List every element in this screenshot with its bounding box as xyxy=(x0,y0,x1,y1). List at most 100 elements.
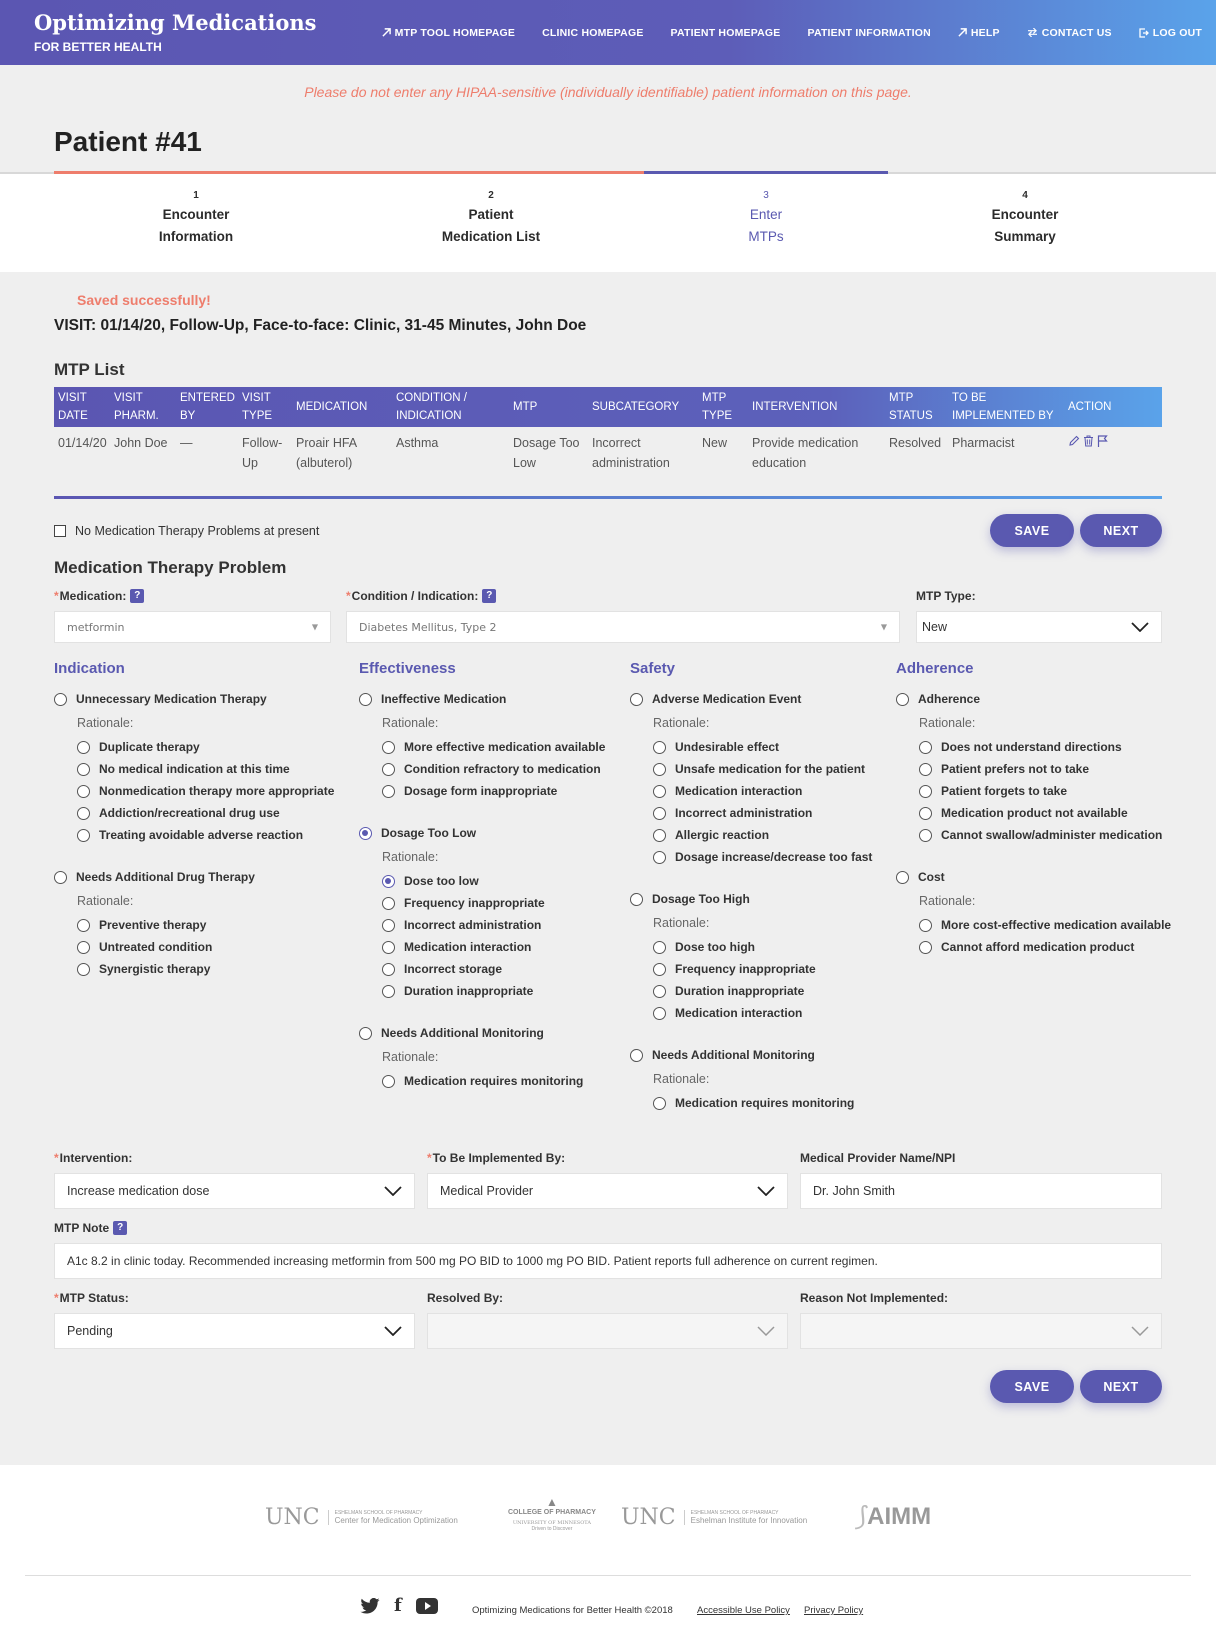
rationale-radio-undesirable-effect[interactable]: Undesirable effect xyxy=(630,736,872,758)
rationale-radio-more-effective-medication-available[interactable]: More effective medication available xyxy=(359,736,605,758)
radio-button[interactable] xyxy=(653,784,666,798)
mtp-radio-adverse-medication-event[interactable]: Adverse Medication Event xyxy=(630,688,872,710)
help-icon[interactable]: ? xyxy=(482,589,497,603)
twitter-icon[interactable] xyxy=(360,1597,380,1614)
rationale-radio-no-medical-indication-at-this-time[interactable]: No medical indication at this time xyxy=(54,758,334,780)
radio-button[interactable] xyxy=(653,984,666,998)
umn-pharmacy-logo[interactable]: ▲ COLLEGE OF PHARMACY UNIVERSITY OF MINN… xyxy=(508,1495,596,1532)
save-button-top[interactable]: SAVE xyxy=(990,514,1074,547)
step-encounter-summary[interactable]: 4 Encounter Summary xyxy=(992,188,1059,248)
step-medication-list[interactable]: 2 Patient Medication List xyxy=(442,188,540,248)
radio-button[interactable] xyxy=(382,918,395,932)
radio-button[interactable] xyxy=(653,828,666,842)
rationale-radio-unsafe-medication-for-the-patient[interactable]: Unsafe medication for the patient xyxy=(630,758,872,780)
logo-title[interactable]: Optimizing Medications xyxy=(34,10,316,35)
no-mtp-checkbox-row[interactable]: No Medication Therapy Problems at presen… xyxy=(54,524,319,538)
radio-button[interactable] xyxy=(54,870,67,884)
rationale-radio-synergistic-therapy[interactable]: Synergistic therapy xyxy=(54,958,334,980)
rationale-radio-duration-inappropriate[interactable]: Duration inappropriate xyxy=(630,980,872,1002)
rationale-radio-incorrect-storage[interactable]: Incorrect storage xyxy=(359,958,605,980)
edit-icon[interactable] xyxy=(1068,433,1080,453)
implemented-by-select[interactable]: Medical Provider xyxy=(427,1173,788,1209)
rationale-radio-treating-avoidable-adverse-reaction[interactable]: Treating avoidable adverse reaction xyxy=(54,824,334,846)
reason-not-implemented-select[interactable] xyxy=(800,1313,1162,1349)
privacy-policy-link[interactable]: Privacy Policy xyxy=(804,1605,863,1616)
radio-button[interactable] xyxy=(653,806,666,820)
rationale-radio-condition-refractory-to-medication[interactable]: Condition refractory to medication xyxy=(359,758,605,780)
mtp-note-input[interactable]: A1c 8.2 in clinic today. Recommended inc… xyxy=(54,1243,1162,1279)
radio-button[interactable] xyxy=(77,940,90,954)
no-mtp-checkbox[interactable] xyxy=(54,525,66,537)
radio-button[interactable] xyxy=(77,962,90,976)
trash-icon[interactable] xyxy=(1083,433,1094,453)
radio-button[interactable] xyxy=(77,762,90,776)
radio-button[interactable] xyxy=(919,740,932,754)
radio-button[interactable] xyxy=(653,762,666,776)
unc-cmo-logo[interactable]: UNC ESHELMAN SCHOOL OF PHARMACY Center f… xyxy=(265,1505,458,1530)
mtp-type-select[interactable]: New xyxy=(916,611,1162,643)
save-button-bottom[interactable]: SAVE xyxy=(990,1370,1074,1403)
radio-button[interactable] xyxy=(896,870,909,884)
radio-button[interactable] xyxy=(77,740,90,754)
unc-eii-logo[interactable]: UNC ESHELMAN SCHOOL OF PHARMACY Eshelman… xyxy=(621,1505,807,1530)
radio-button[interactable] xyxy=(77,828,90,842)
rationale-radio-duplicate-therapy[interactable]: Duplicate therapy xyxy=(54,736,334,758)
rationale-radio-dose-too-high[interactable]: Dose too high xyxy=(630,936,872,958)
radio-button[interactable] xyxy=(653,1096,666,1110)
radio-button[interactable] xyxy=(77,918,90,932)
rationale-radio-frequency-inappropriate[interactable]: Frequency inappropriate xyxy=(359,892,605,914)
resolved-by-select[interactable] xyxy=(427,1313,788,1349)
rationale-radio-dosage-form-inappropriate[interactable]: Dosage form inappropriate xyxy=(359,780,605,802)
radio-button[interactable] xyxy=(630,892,643,906)
next-button-bottom[interactable]: NEXT xyxy=(1080,1370,1162,1403)
medication-select[interactable]: metformin ▼ xyxy=(54,611,331,643)
radio-button[interactable] xyxy=(653,962,666,976)
nav-patient-homepage[interactable]: PATIENT HOMEPAGE xyxy=(671,27,781,39)
radio-button[interactable] xyxy=(919,828,932,842)
radio-button[interactable] xyxy=(359,826,372,840)
nav-patient-information[interactable]: PATIENT INFORMATION xyxy=(808,27,931,39)
radio-button[interactable] xyxy=(630,1048,643,1062)
radio-button[interactable] xyxy=(382,962,395,976)
rationale-radio-incorrect-administration[interactable]: Incorrect administration xyxy=(630,802,872,824)
mtp-radio-needs-additional-drug-therapy[interactable]: Needs Additional Drug Therapy xyxy=(54,866,334,888)
radio-button[interactable] xyxy=(653,940,666,954)
nav-help[interactable]: HELP xyxy=(958,27,1000,39)
nav-log-out[interactable]: LOG OUT xyxy=(1139,27,1202,39)
rationale-radio-patient-prefers-not-to-take[interactable]: Patient prefers not to take xyxy=(896,758,1171,780)
radio-button[interactable] xyxy=(77,806,90,820)
radio-button[interactable] xyxy=(919,762,932,776)
mtp-radio-adherence[interactable]: Adherence xyxy=(896,688,1171,710)
rationale-radio-frequency-inappropriate[interactable]: Frequency inappropriate xyxy=(630,958,872,980)
mtp-radio-dosage-too-high[interactable]: Dosage Too High xyxy=(630,888,872,910)
radio-button[interactable] xyxy=(653,740,666,754)
radio-button[interactable] xyxy=(382,984,395,998)
radio-button[interactable] xyxy=(359,1026,372,1040)
intervention-select[interactable]: Increase medication dose xyxy=(54,1173,415,1209)
nav-clinic-homepage[interactable]: CLINIC HOMEPAGE xyxy=(542,27,643,39)
aimm-logo[interactable]: ⟆ AIMM xyxy=(855,1501,931,1532)
youtube-icon[interactable] xyxy=(415,1597,438,1614)
radio-button[interactable] xyxy=(919,806,932,820)
mtp-radio-needs-additional-monitoring[interactable]: Needs Additional Monitoring xyxy=(359,1022,605,1044)
rationale-radio-patient-forgets-to-take[interactable]: Patient forgets to take xyxy=(896,780,1171,802)
rationale-radio-duration-inappropriate[interactable]: Duration inappropriate xyxy=(359,980,605,1002)
rationale-radio-nonmedication-therapy-more-appropriate[interactable]: Nonmedication therapy more appropriate xyxy=(54,780,334,802)
rationale-radio-dosage-increase-decrease-too-fast[interactable]: Dosage increase/decrease too fast xyxy=(630,846,872,868)
radio-button[interactable] xyxy=(382,940,395,954)
radio-button[interactable] xyxy=(359,692,372,706)
rationale-radio-medication-interaction[interactable]: Medication interaction xyxy=(630,1002,872,1024)
radio-button[interactable] xyxy=(630,692,643,706)
mtp-status-select[interactable]: Pending xyxy=(54,1313,415,1349)
rationale-radio-medication-interaction[interactable]: Medication interaction xyxy=(359,936,605,958)
radio-button[interactable] xyxy=(382,1074,395,1088)
rationale-radio-incorrect-administration[interactable]: Incorrect administration xyxy=(359,914,605,936)
mtp-radio-dosage-too-low[interactable]: Dosage Too Low xyxy=(359,822,605,844)
rationale-radio-untreated-condition[interactable]: Untreated condition xyxy=(54,936,334,958)
mtp-radio-cost[interactable]: Cost xyxy=(896,866,1171,888)
accessible-use-link[interactable]: Accessible Use Policy xyxy=(697,1605,790,1616)
nav-mtp-tool-homepage[interactable]: MTP TOOL HOMEPAGE xyxy=(382,27,515,39)
radio-button[interactable] xyxy=(919,918,932,932)
help-icon[interactable]: ? xyxy=(130,589,145,603)
radio-button[interactable] xyxy=(653,1006,666,1020)
